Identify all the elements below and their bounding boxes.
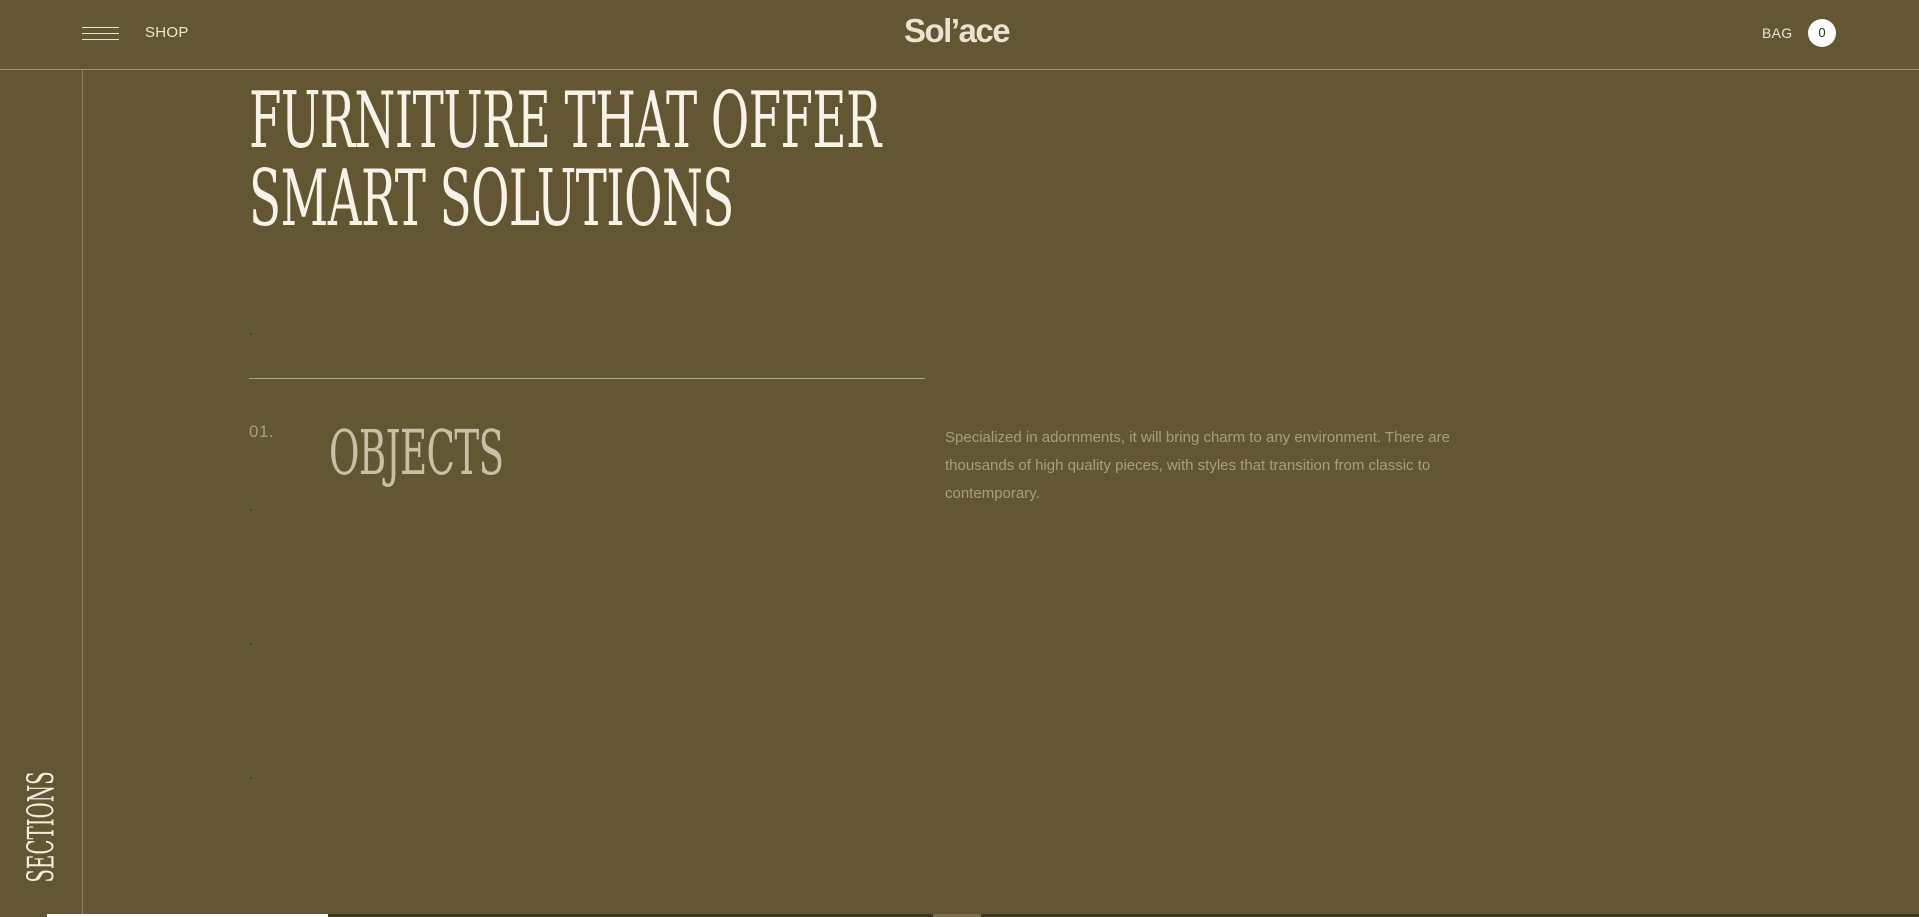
scroll-dot — [250, 509, 252, 511]
hamburger-line — [82, 39, 119, 40]
section-title[interactable]: OBJECTS — [329, 420, 504, 486]
headline-line: FURNITURE THAT OFFER — [249, 76, 881, 166]
shop-link[interactable]: SHOP — [145, 24, 189, 41]
site-header: SHOP Sol’ace BAG 0 — [0, 0, 1919, 70]
sections-label[interactable]: SECTIONS — [22, 726, 63, 917]
logo[interactable]: Sol’ace — [904, 12, 1011, 50]
section-index: 01. — [249, 422, 275, 441]
section-divider — [249, 378, 925, 379]
section-description: Specialized in adornments, it will bring… — [945, 429, 1450, 502]
bag-link[interactable]: BAG — [1762, 25, 1792, 41]
headline-line: SMART SOLUTIONS — [249, 154, 734, 244]
hamburger-line — [82, 27, 119, 28]
scroll-dot — [250, 643, 252, 645]
bag-count-badge[interactable]: 0 — [1808, 19, 1836, 47]
page-headline: FURNITURE THAT OFFER SMART SOLUTIONS — [249, 82, 881, 238]
hamburger-icon[interactable] — [82, 24, 120, 42]
hamburger-line — [82, 33, 119, 34]
scroll-dot — [250, 777, 252, 779]
scroll-dot — [250, 333, 252, 335]
page: SHOP Sol’ace BAG 0 SECTIONS FURNITURE TH… — [0, 0, 1919, 917]
left-rail-divider — [82, 70, 83, 917]
sections-label-text: SECTIONS — [21, 771, 63, 883]
